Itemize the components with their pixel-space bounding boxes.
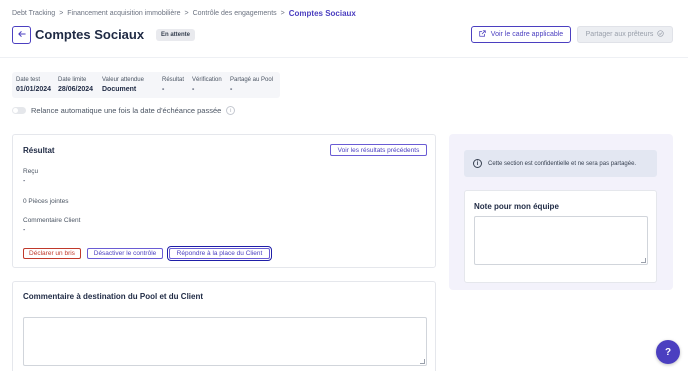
back-button[interactable] — [12, 26, 31, 44]
info-date-limite: Date limite 28/06/2024 — [58, 77, 93, 93]
info-value: 01/01/2024 — [16, 86, 52, 93]
attachments-count[interactable]: 0 Pièces jointes — [23, 198, 69, 205]
pool-client-comment-input[interactable] — [23, 317, 427, 366]
declare-breach-button[interactable]: Déclarer un bris — [23, 248, 81, 259]
info-verification: Vérification - — [192, 77, 222, 93]
pool-client-comment-card: Commentaire à destination du Pool et du … — [12, 281, 436, 371]
info-value: Document — [102, 86, 137, 93]
check-circle-icon — [657, 30, 664, 39]
info-label: Partagé au Pool — [230, 77, 274, 83]
auto-reminder-row: Relance automatique une fois la date d'é… — [12, 106, 236, 115]
breadcrumb: Debt Tracking > Financement acquisition … — [12, 9, 356, 18]
answer-for-client-button[interactable]: Répondre à la place du Client — [167, 246, 272, 261]
info-value: - — [192, 86, 195, 93]
client-comment-value: - — [23, 227, 26, 234]
status-badge: En attente — [156, 29, 196, 41]
breadcrumb-separator: > — [184, 10, 189, 17]
result-card: Résultat Voir les résultats précédents R… — [12, 134, 436, 268]
info-date-test: Date test 01/01/2024 — [16, 77, 51, 93]
info-valeur-attendue: Valeur attendue Document — [102, 77, 144, 93]
comment-card-title: Commentaire à destination du Pool et du … — [23, 292, 204, 301]
view-framework-label: Voir le cadre applicable — [490, 31, 564, 38]
arrow-left-icon — [17, 30, 26, 40]
previous-results-button[interactable]: Voir les résultats précédents — [330, 144, 427, 156]
info-resultat: Résultat - — [162, 77, 184, 93]
info-label: Date limite — [58, 77, 87, 83]
view-framework-button[interactable]: Voir le cadre applicable — [471, 26, 571, 43]
breadcrumb-item-debt-tracking[interactable]: Debt Tracking — [12, 10, 55, 17]
page-header: Comptes Sociaux En attente Voir le cadre… — [12, 26, 676, 44]
result-card-title: Résultat — [23, 146, 55, 155]
info-partage-pool: Partagé au Pool - — [230, 77, 273, 93]
info-icon[interactable]: i — [226, 106, 236, 115]
share-lenders-button[interactable]: Partager aux prêteurs — [577, 26, 673, 43]
info-value: - — [162, 86, 165, 93]
control-info-box: Date test 01/01/2024 Date limite 28/06/2… — [12, 72, 280, 98]
info-label: Résultat — [162, 77, 185, 83]
share-lenders-label: Partager aux prêteurs — [585, 31, 654, 38]
auto-reminder-toggle[interactable] — [12, 107, 26, 114]
help-button[interactable]: ? — [656, 340, 680, 364]
page-title: Comptes Sociaux — [35, 27, 145, 42]
breadcrumb-separator: > — [59, 10, 64, 17]
auto-reminder-label: Relance automatique une fois la date d'é… — [31, 106, 222, 115]
received-label: Reçu — [23, 168, 39, 175]
resize-grip-icon[interactable] — [641, 258, 646, 263]
external-link-icon — [479, 30, 486, 39]
confidential-side-panel: i Cette section est confidentielle et ne… — [449, 134, 673, 290]
info-icon: i — [473, 159, 482, 168]
resize-grip-icon[interactable] — [420, 359, 425, 364]
team-note-title: Note pour mon équipe — [474, 202, 559, 211]
breadcrumb-item-financement[interactable]: Financement acquisition immobilière — [67, 10, 180, 17]
client-comment-label: Commentaire Client — [23, 217, 81, 224]
info-label: Valeur attendue — [102, 77, 144, 83]
breadcrumb-item-controle[interactable]: Contrôle des engagements — [193, 10, 277, 17]
team-note-input[interactable] — [474, 216, 648, 265]
info-value: - — [230, 86, 233, 93]
breadcrumb-current: Comptes Sociaux — [288, 9, 356, 18]
breadcrumb-separator: > — [280, 10, 285, 17]
info-label: Date test — [16, 77, 41, 83]
received-value: - — [23, 178, 26, 185]
header-divider — [0, 57, 688, 58]
confidential-notice: i Cette section est confidentielle et ne… — [464, 150, 657, 177]
team-note-card: Note pour mon équipe — [464, 190, 657, 283]
deactivate-control-button[interactable]: Désactiver le contrôle — [87, 248, 163, 259]
info-value: 28/06/2024 — [58, 86, 94, 93]
confidential-notice-text: Cette section est confidentielle et ne s… — [488, 160, 637, 167]
info-label: Vérification — [192, 77, 222, 83]
